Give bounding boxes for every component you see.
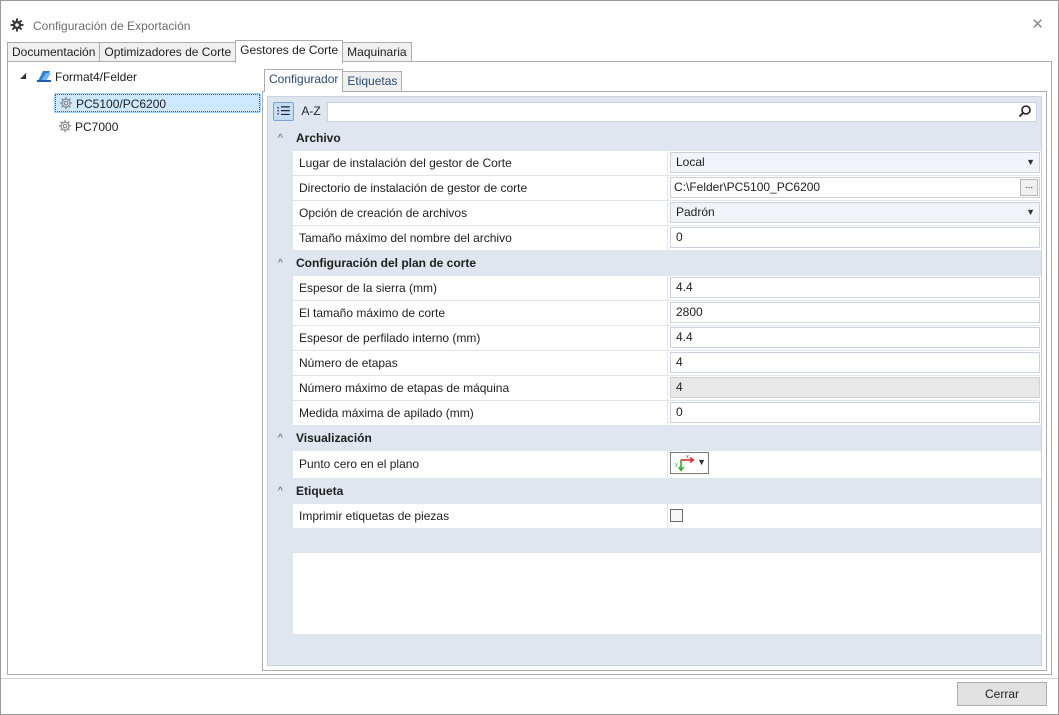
property-row: Número de etapas 4 [293, 351, 1041, 376]
footer-divider [1, 678, 1058, 679]
saw-thickness-field[interactable]: 4.4 [670, 277, 1040, 298]
stage-count-field[interactable]: 4 [670, 352, 1040, 373]
collapse-chevron-icon[interactable]: ^ [278, 126, 283, 151]
category-label: Visualización [296, 431, 372, 445]
tree-item-format4-felder[interactable]: Format4/Felder [36, 67, 137, 87]
property-grid: ⁝☰ A-Z ^ Archivo Lugar de instalación de… [267, 96, 1042, 666]
property-name: Medida máxima de apilado (mm) [293, 401, 668, 425]
property-row: Imprimir etiquetas de piezas [293, 504, 1041, 529]
export-config-window: Configuración de Exportación ✕ Documenta… [0, 0, 1059, 715]
settings-gear-icon [10, 18, 24, 32]
dropdown-arrow-icon[interactable]: ▼ [1026, 203, 1035, 222]
window-title: Configuración de Exportación [33, 19, 191, 33]
property-row: Opción de creación de archivos Padrón ▼ [293, 201, 1041, 226]
print-labels-checkbox[interactable] [670, 509, 683, 522]
folder-app-icon [36, 69, 52, 83]
tab-documentacion[interactable]: Documentación [7, 42, 101, 63]
close-icon[interactable]: ✕ [1031, 15, 1044, 33]
dropdown-arrow-icon[interactable]: ▼ [697, 457, 706, 467]
max-filename-length-field[interactable]: 0 [670, 227, 1040, 248]
property-name: Imprimir etiquetas de piezas [293, 504, 668, 528]
property-name: Espesor de la sierra (mm) [293, 276, 668, 300]
category-cutting-plan[interactable]: ^ Configuración del plan de corte [268, 251, 1041, 276]
field-value: C:\Felder\PC5100_PC6200 [674, 180, 821, 194]
max-cut-size-field[interactable]: 2800 [670, 302, 1040, 323]
property-row: El tamaño máximo de corte 2800 [293, 301, 1041, 326]
tree-item-label: PC5100/PC6200 [76, 97, 167, 111]
tree-item-label: Format4/Felder [55, 70, 138, 84]
property-row: Número máximo de etapas de máquina 4 [293, 376, 1041, 401]
dropdown-arrow-icon[interactable]: ▼ [1026, 153, 1035, 172]
categorized-list-icon: ⁝☰ [276, 104, 291, 118]
alphabetical-view-button[interactable]: A-Z [297, 102, 325, 121]
install-location-select[interactable]: Local ▼ [670, 152, 1040, 173]
property-row: Directorio de instalación de gestor de c… [293, 176, 1041, 201]
browse-button[interactable]: ... [1020, 179, 1038, 196]
property-row: Espesor de la sierra (mm) 4.4 [293, 276, 1041, 301]
property-row: Tamaño máximo del nombre del archivo 0 [293, 226, 1041, 251]
main-tabs: Documentación Optimizadores de Corte Ges… [7, 40, 412, 63]
main-tab-panel: ◢ Format4/Felder PC5100/PC6200 PC7000 Co… [7, 61, 1052, 675]
tree-item-label: PC7000 [75, 120, 119, 134]
property-grid-empty-area [293, 553, 1041, 634]
property-name: Punto cero en el plano [293, 451, 668, 478]
zero-point-select[interactable]: y x ▼ [670, 452, 709, 474]
file-creation-option-select[interactable]: Padrón ▼ [670, 202, 1040, 223]
collapse-chevron-icon[interactable]: ^ [278, 479, 283, 504]
category-label: Configuración del plan de corte [296, 256, 477, 270]
property-row: Medida máxima de apilado (mm) 0 [293, 401, 1041, 426]
categorized-view-button[interactable]: ⁝☰ [273, 102, 294, 121]
property-name: Número de etapas [293, 351, 668, 375]
collapse-chevron-icon[interactable]: ^ [278, 426, 283, 451]
category-label: Etiqueta [296, 484, 344, 498]
search-icon[interactable] [1018, 104, 1032, 121]
gear-icon [58, 119, 72, 133]
max-machine-stages-field: 4 [670, 377, 1040, 398]
internal-profiling-thickness-field[interactable]: 4.4 [670, 327, 1040, 348]
tab-configurador[interactable]: Configurador [264, 69, 344, 92]
property-grid-toolbar: ⁝☰ A-Z [268, 97, 1041, 125]
select-value: Local [676, 155, 705, 169]
property-grid-body: ^ Archivo Lugar de instalación del gesto… [268, 126, 1041, 529]
svg-text:x: x [686, 454, 689, 460]
property-name: Lugar de instalación del gestor de Corte [293, 151, 668, 175]
sub-tabs: Configurador Etiquetas [264, 69, 403, 92]
property-search-input[interactable] [327, 102, 1037, 122]
tab-maquinaria[interactable]: Maquinaria [342, 42, 412, 63]
property-row: Punto cero en el plano y x ▼ [293, 451, 1041, 479]
property-row: Lugar de instalación del gestor de Corte… [293, 151, 1041, 176]
category-etiqueta[interactable]: ^ Etiqueta [268, 479, 1041, 504]
tree-item-pc7000[interactable]: PC7000 [54, 117, 118, 137]
property-name: Número máximo de etapas de máquina [293, 376, 668, 400]
xy-origin-icon: y x [674, 454, 696, 475]
property-name: Opción de creación de archivos [293, 201, 668, 225]
close-button[interactable]: Cerrar [957, 682, 1047, 706]
category-archivo[interactable]: ^ Archivo [268, 126, 1041, 151]
category-visualizacion[interactable]: ^ Visualización [268, 426, 1041, 451]
gear-icon [59, 96, 73, 110]
property-name: Tamaño máximo del nombre del archivo [293, 226, 668, 250]
install-directory-field[interactable]: C:\Felder\PC5100_PC6200 ... [670, 177, 1040, 198]
tab-etiquetas[interactable]: Etiquetas [342, 71, 403, 92]
property-name: El tamaño máximo de corte [293, 301, 668, 325]
property-row: Espesor de perfilado interno (mm) 4.4 [293, 326, 1041, 351]
sub-tab-panel: ⁝☰ A-Z ^ Archivo Lugar de instalación de… [262, 91, 1047, 671]
category-label: Archivo [296, 131, 341, 145]
property-name: Espesor de perfilado interno (mm) [293, 326, 668, 350]
tab-gestores-de-corte[interactable]: Gestores de Corte [235, 40, 344, 63]
tree-item-pc5100-pc6200[interactable]: PC5100/PC6200 [54, 93, 261, 113]
tree-expand-icon[interactable]: ◢ [20, 71, 26, 80]
cutting-manager-tree: ◢ Format4/Felder PC5100/PC6200 PC7000 [8, 62, 262, 674]
collapse-chevron-icon[interactable]: ^ [278, 251, 283, 276]
svg-text:y: y [675, 462, 678, 468]
select-value: Padrón [676, 205, 715, 219]
title-bar: Configuración de Exportación ✕ [1, 1, 1058, 39]
max-stack-height-field[interactable]: 0 [670, 402, 1040, 423]
property-name: Directorio de instalación de gestor de c… [293, 176, 668, 200]
tab-optimizadores-de-corte[interactable]: Optimizadores de Corte [99, 42, 237, 63]
